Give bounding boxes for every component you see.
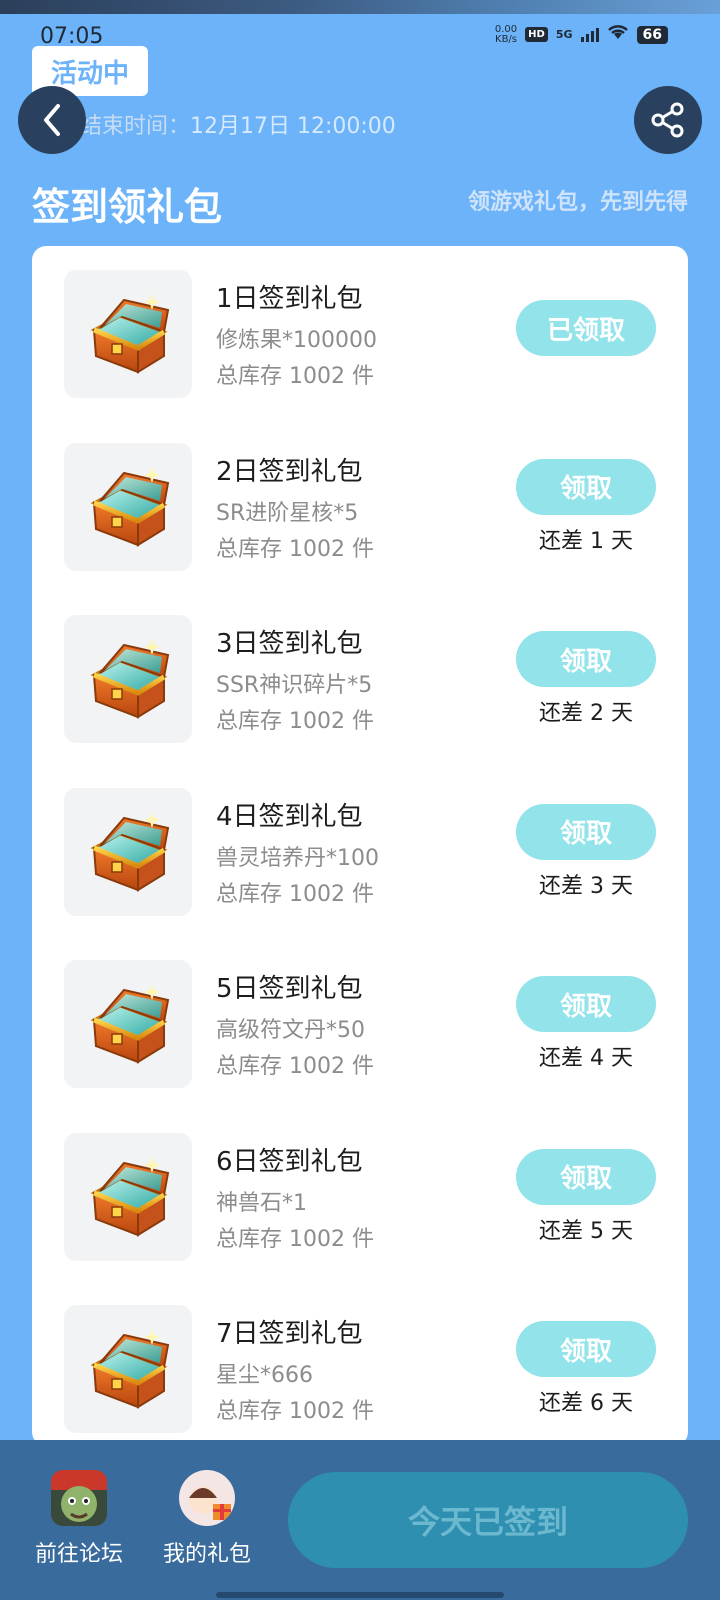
treasure-chest-icon bbox=[90, 1156, 170, 1237]
gift-title: 6日签到礼包 bbox=[216, 1146, 363, 1177]
gift-list-item: 2日签到礼包 SR进阶星核*5 总库存 1002 件 领取 还差 1 天 bbox=[32, 419, 688, 595]
claim-button[interactable]: 领取 bbox=[516, 1148, 656, 1205]
gift-avatar-icon bbox=[179, 1470, 235, 1526]
chevron-left-icon bbox=[44, 104, 60, 136]
back-button[interactable] bbox=[18, 86, 86, 154]
treasure-chest-icon bbox=[90, 466, 170, 547]
gift-thumbnail bbox=[64, 1305, 192, 1433]
days-remaining: 还差 1 天 bbox=[539, 528, 633, 554]
treasure-chest-icon bbox=[90, 984, 170, 1064]
banner-image-edge bbox=[0, 0, 720, 14]
end-time-value: 12月17日 12:00:00 bbox=[190, 114, 396, 139]
battery-icon: 66 bbox=[636, 25, 668, 44]
my-gifts-nav[interactable]: 我的礼包 bbox=[152, 1470, 262, 1568]
wifi-icon bbox=[607, 24, 629, 45]
share-button[interactable] bbox=[634, 86, 702, 154]
gift-stock: 总库存 1002 件 bbox=[216, 1054, 374, 1079]
gift-stock: 总库存 1002 件 bbox=[216, 881, 374, 907]
claim-button[interactable]: 领取 bbox=[516, 631, 656, 687]
gift-list-item: 3日签到礼包 SSR神识碎片*5 总库存 1002 件 领取 还差 2 天 bbox=[32, 591, 688, 767]
net-speed-value: 0.00 bbox=[494, 23, 518, 35]
claim-button[interactable]: 领取 bbox=[516, 976, 656, 1032]
days-remaining: 还差 2 天 bbox=[539, 701, 633, 726]
gift-thumbnail bbox=[64, 1132, 192, 1261]
treasure-chest-icon bbox=[90, 639, 170, 719]
signed-today-button[interactable]: 今天已签到 bbox=[288, 1472, 688, 1568]
gift-list-item: 4日签到礼包 兽灵培养丹*100 总库存 1002 件 领取 还差 3 天 bbox=[32, 764, 688, 940]
net-speed-unit: KB/s bbox=[495, 33, 518, 45]
gift-list-item: 7日签到礼包 星尘*666 总库存 1002 件 领取 还差 6 天 bbox=[32, 1281, 688, 1446]
gift-description: SSR神识碎片*5 bbox=[216, 673, 373, 698]
status-icons: 0.00 KB/s HD 5G 66 bbox=[495, 24, 668, 45]
gift-thumbnail bbox=[64, 787, 192, 916]
signal-label: 5G bbox=[555, 28, 573, 41]
gift-list-item: 1日签到礼包 修炼果*100000 总库存 1002 件 已领取 bbox=[32, 246, 688, 422]
gift-title: 1日签到礼包 bbox=[216, 284, 363, 314]
gift-list-item: 5日签到礼包 高级符文丹*50 总库存 1002 件 领取 还差 4 天 bbox=[32, 936, 688, 1112]
claim-button[interactable]: 领取 bbox=[516, 1321, 656, 1377]
gift-description: 修炼果*100000 bbox=[216, 328, 377, 353]
section-title: 签到领礼包 bbox=[32, 185, 223, 229]
my-gifts-label: 我的礼包 bbox=[162, 1542, 251, 1567]
gift-title: 7日签到礼包 bbox=[216, 1319, 363, 1349]
bottom-bar: 前往论坛 我的礼包 今天已签到 bbox=[0, 1440, 720, 1600]
gift-description: 星尘*666 bbox=[216, 1363, 313, 1388]
treasure-chest-icon bbox=[90, 811, 170, 892]
forum-label: 前往论坛 bbox=[34, 1542, 123, 1567]
gift-thumbnail bbox=[64, 270, 192, 398]
signal-icon bbox=[580, 27, 599, 42]
gift-title: 5日签到礼包 bbox=[216, 974, 363, 1004]
gift-description: 神兽石*1 bbox=[216, 1190, 307, 1216]
share-icon bbox=[651, 102, 684, 138]
gift-title: 4日签到礼包 bbox=[216, 801, 363, 832]
game-avatar-icon bbox=[51, 1470, 107, 1526]
gift-description: 兽灵培养丹*100 bbox=[216, 845, 379, 871]
claim-button[interactable]: 领取 bbox=[516, 803, 656, 860]
days-remaining: 还差 6 天 bbox=[539, 1391, 633, 1416]
gift-list-item: 6日签到礼包 神兽石*1 总库存 1002 件 领取 还差 5 天 bbox=[32, 1109, 688, 1285]
claimed-button[interactable]: 已领取 bbox=[516, 300, 656, 356]
activity-end-time: 活动结束时间：12月17日 12:00:00 bbox=[36, 108, 396, 140]
gift-stock: 总库存 1002 件 bbox=[216, 536, 374, 562]
gift-title: 3日签到礼包 bbox=[216, 629, 363, 659]
gift-stock: 总库存 1002 件 bbox=[216, 364, 374, 389]
home-indicator bbox=[216, 1592, 504, 1598]
gift-stock: 总库存 1002 件 bbox=[216, 1399, 374, 1424]
net-speed: 0.00 KB/s bbox=[494, 23, 518, 45]
days-remaining: 还差 5 天 bbox=[539, 1218, 633, 1244]
gift-thumbnail bbox=[64, 960, 192, 1088]
signin-gift-page: 07:05 0.00 KB/s HD 5G 66 活动结束时间：12月17日 1… bbox=[0, 0, 720, 1600]
treasure-chest-icon bbox=[90, 1329, 170, 1409]
gift-list-card: 1日签到礼包 修炼果*100000 总库存 1002 件 已领取 2日签到礼包 … bbox=[32, 246, 688, 1446]
gift-thumbnail bbox=[64, 442, 192, 571]
gift-title: 2日签到礼包 bbox=[216, 456, 363, 487]
treasure-chest-icon bbox=[90, 294, 170, 374]
days-remaining: 还差 4 天 bbox=[539, 1046, 633, 1071]
claim-button[interactable]: 领取 bbox=[516, 458, 656, 515]
days-remaining: 还差 3 天 bbox=[539, 873, 633, 899]
gift-stock: 总库存 1002 件 bbox=[216, 709, 374, 734]
gift-description: SR进阶星核*5 bbox=[216, 500, 359, 526]
gift-thumbnail bbox=[64, 615, 192, 743]
section-subtitle: 领游戏礼包，先到先得 bbox=[467, 190, 688, 215]
forum-nav[interactable]: 前往论坛 bbox=[24, 1470, 134, 1568]
gift-description: 高级符文丹*50 bbox=[216, 1018, 365, 1043]
gift-stock: 总库存 1002 件 bbox=[216, 1226, 374, 1252]
hd-icon: HD bbox=[525, 27, 548, 42]
